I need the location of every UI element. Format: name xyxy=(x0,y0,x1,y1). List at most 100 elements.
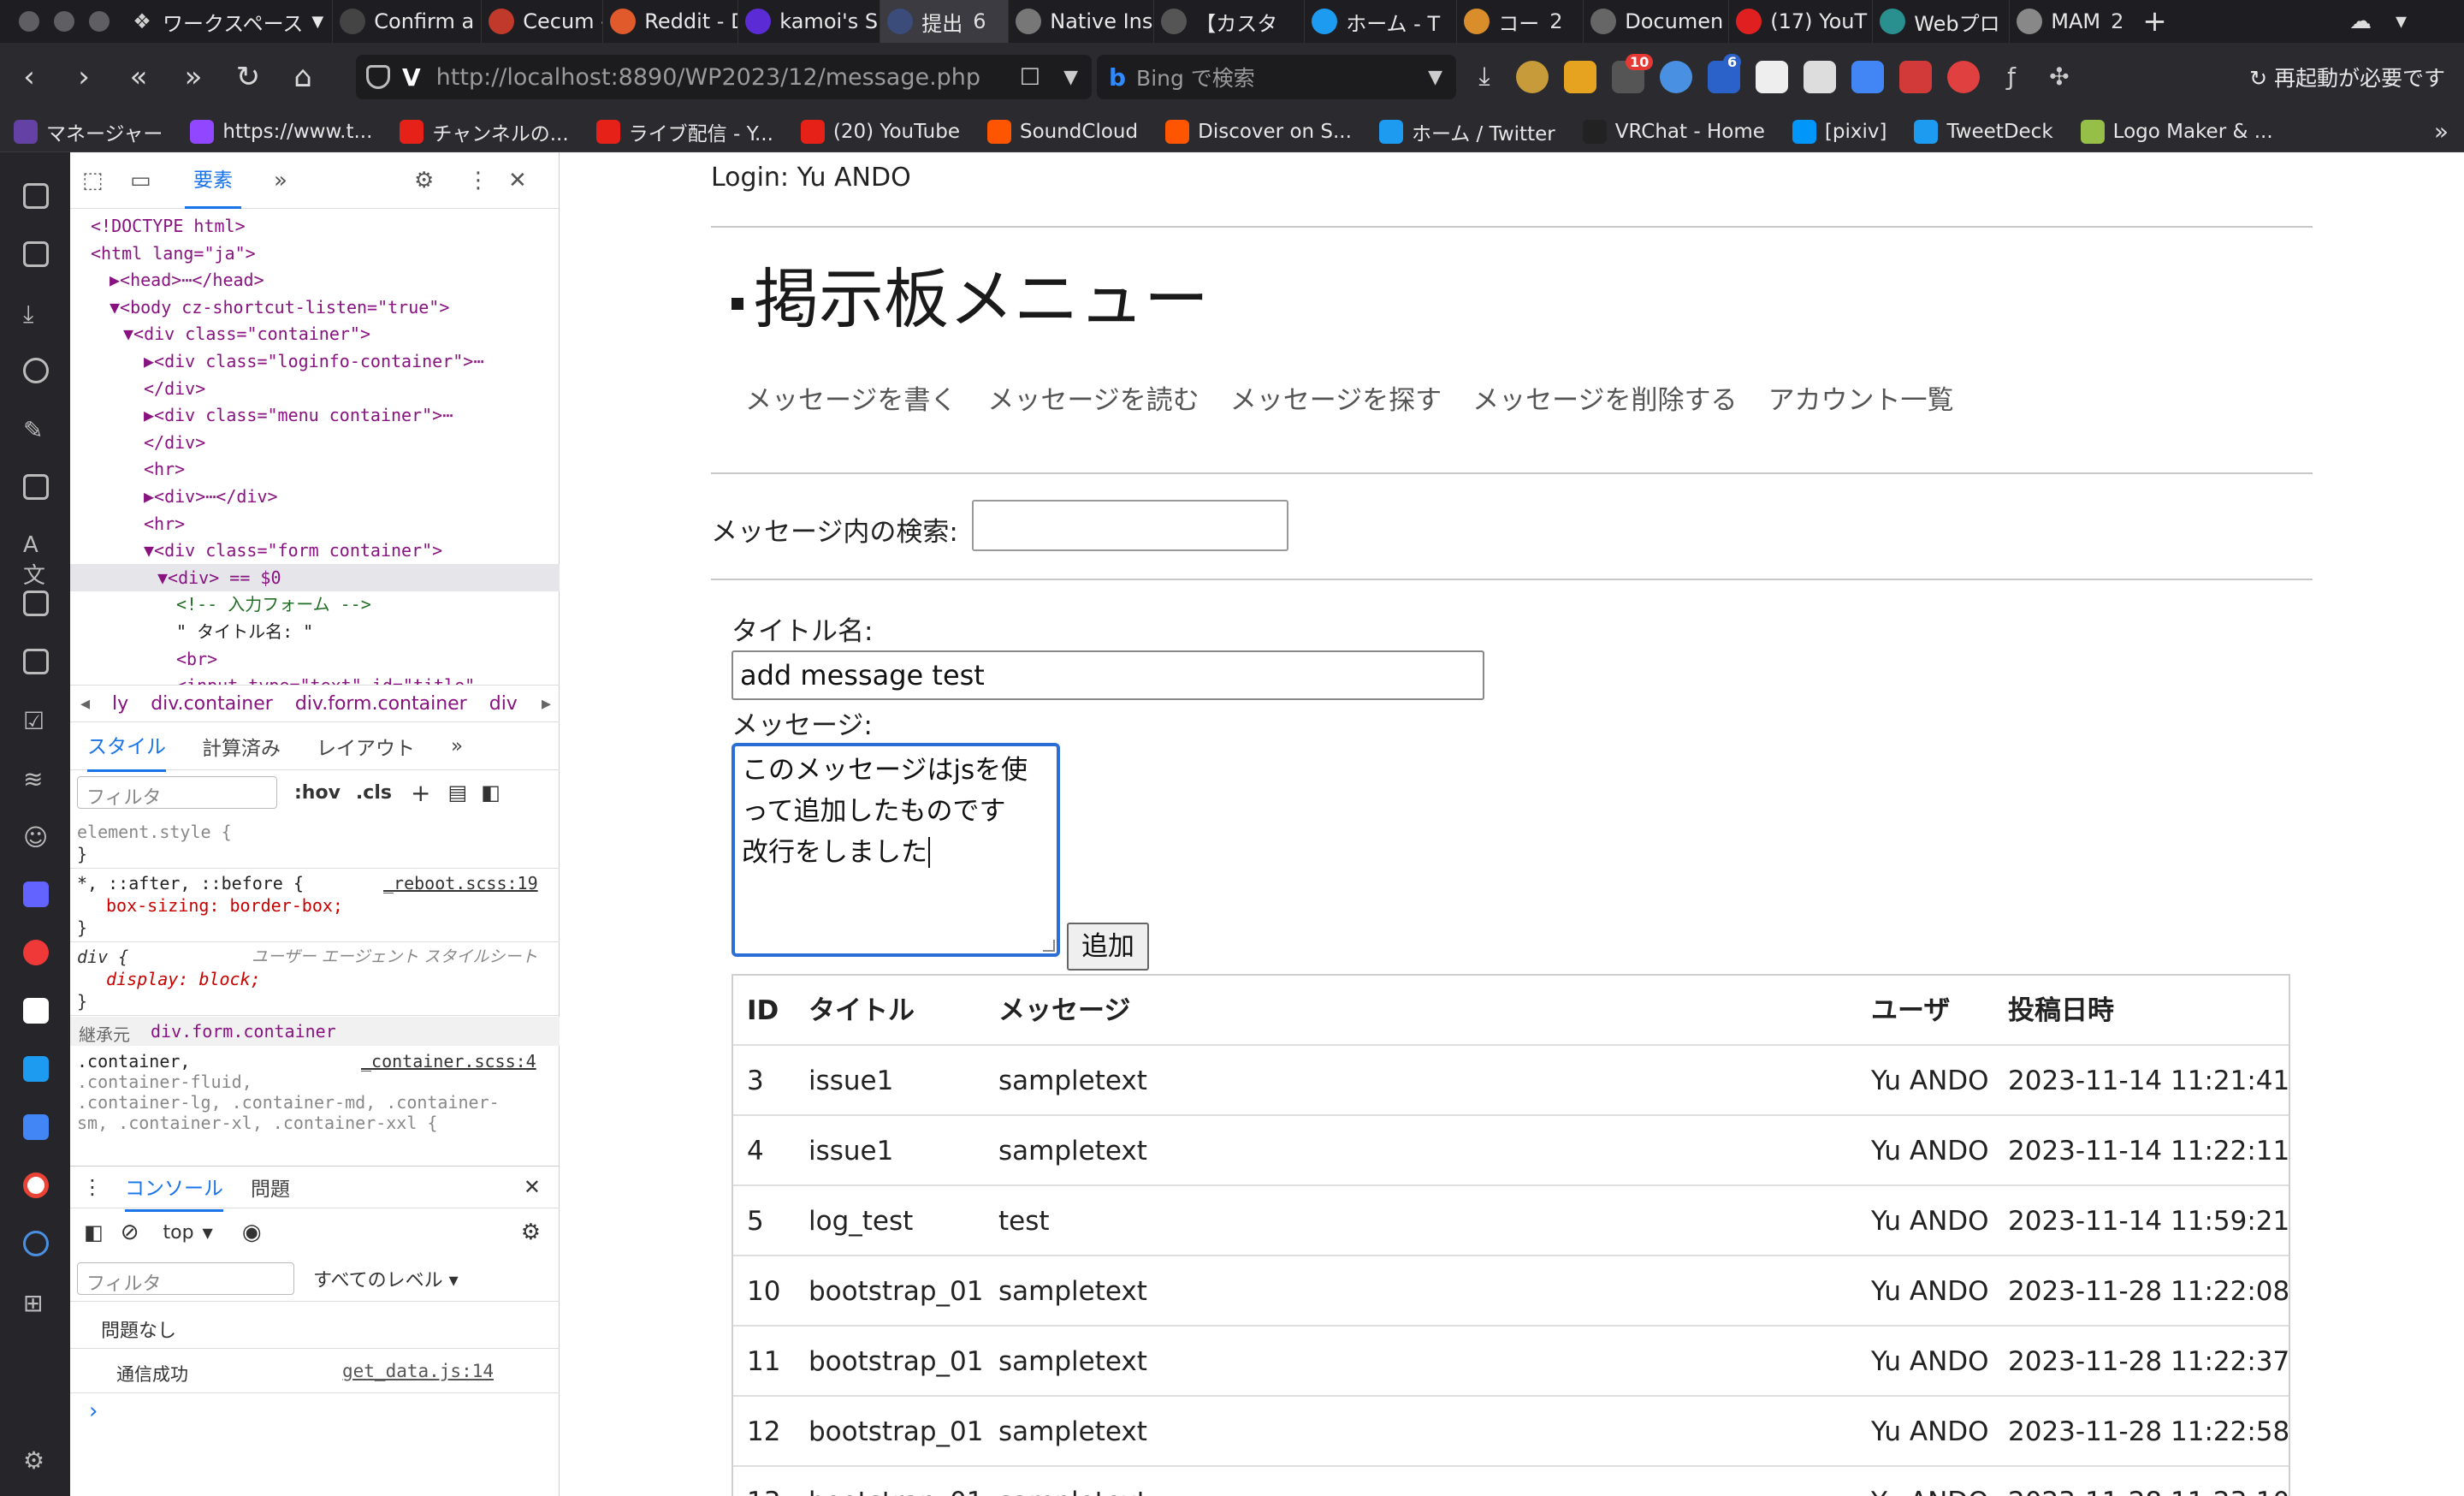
inspect-element-icon[interactable]: ⬚ xyxy=(82,168,104,193)
dom-node-line[interactable]: <html lang="ja"> xyxy=(70,240,256,267)
translate-icon[interactable] xyxy=(1851,61,1884,93)
breadcrumb-item[interactable]: div xyxy=(489,693,518,715)
tab-console[interactable]: コンソール xyxy=(125,1163,223,1212)
bookmark-item[interactable]: (20) YouTube xyxy=(800,119,960,144)
hov-toggle[interactable]: :hov xyxy=(294,782,341,804)
browser-tab[interactable]: Confirm a xyxy=(332,0,481,43)
close-icon[interactable]: ✕ xyxy=(524,1175,541,1199)
minimize-window-button[interactable] xyxy=(54,11,74,32)
notes-icon[interactable]: ✎ xyxy=(23,416,49,444)
mastodon-icon[interactable] xyxy=(23,882,49,907)
dom-node-line[interactable]: ▶<head>⋯</head> xyxy=(70,266,264,294)
kebab-menu-icon[interactable]: ⋮ xyxy=(82,1175,103,1199)
chevron-down-icon[interactable]: ▼ xyxy=(203,1225,213,1241)
dom-node-line[interactable]: ▼<div> == $0 xyxy=(70,563,560,591)
browser-tab[interactable]: kamoi's S xyxy=(737,0,880,43)
menu-link[interactable]: メッセージを書く xyxy=(745,378,957,417)
bookmark-item[interactable]: チャンネルの... xyxy=(400,117,569,146)
history-icon[interactable] xyxy=(23,358,49,383)
resize-handle[interactable] xyxy=(1043,940,1055,952)
title-input[interactable]: add message test xyxy=(732,650,1484,700)
breadcrumb-left-icon[interactable]: ◂ xyxy=(80,693,90,715)
shield-icon[interactable] xyxy=(366,65,390,89)
extension-icon[interactable] xyxy=(1804,61,1836,93)
wikipedia-icon[interactable] xyxy=(23,998,49,1024)
bookmark-item[interactable]: ホーム / Twitter xyxy=(1378,117,1555,146)
browser-tab[interactable]: 提出 6 xyxy=(880,0,1009,43)
calendar-icon[interactable] xyxy=(23,649,49,674)
reading-list-icon[interactable] xyxy=(23,241,49,267)
menu-link[interactable]: アカウント一覧 xyxy=(1768,378,1954,417)
browser-tab[interactable]: Native Ins xyxy=(1008,0,1153,43)
downloads-icon[interactable]: ⤓ xyxy=(23,300,49,328)
dom-node-line[interactable]: <!DOCTYPE html> xyxy=(70,212,246,240)
log-levels-dropdown[interactable]: すべてのレベル ▾ xyxy=(313,1265,459,1292)
rule-source-link[interactable]: _container.scss:4 xyxy=(361,1051,536,1072)
settings-gear-icon[interactable]: ⚙ xyxy=(23,1446,49,1475)
menu-link[interactable]: メッセージを読む xyxy=(987,378,1199,417)
function-icon[interactable]: ƒ xyxy=(1995,61,2028,93)
rewind-button[interactable]: « xyxy=(115,53,163,101)
breadcrumb-item[interactable]: ly xyxy=(112,693,128,715)
more-bookmarks-icon[interactable]: » xyxy=(2434,117,2449,145)
fast-forward-button[interactable]: » xyxy=(169,53,217,101)
restart-notice[interactable]: ↻ 再起動が必要です xyxy=(2249,62,2445,92)
browser-tab[interactable]: コー 2 xyxy=(1456,0,1583,43)
forward-button[interactable]: › xyxy=(60,53,108,101)
cloud-icon[interactable]: ☁ xyxy=(2349,9,2372,34)
breadcrumb-item[interactable]: div.form.container xyxy=(295,693,467,715)
close-window-button[interactable] xyxy=(19,11,39,32)
bookmarks-panel-icon[interactable] xyxy=(23,183,49,209)
paint-icon[interactable]: ▤ xyxy=(447,781,467,804)
dom-node-line[interactable]: <hr> xyxy=(70,455,185,483)
more-tabs-icon[interactable]: » xyxy=(451,735,463,757)
browser-tab[interactable]: ホーム - T xyxy=(1304,0,1456,43)
twitter-icon[interactable] xyxy=(23,1056,49,1082)
dom-node-line[interactable]: </div> xyxy=(70,429,205,456)
contacts-icon[interactable]: ☺ xyxy=(23,823,49,852)
bookmark-item[interactable]: VRChat - Home xyxy=(1582,119,1765,144)
home-button[interactable]: ⌂ xyxy=(279,53,327,101)
back-button[interactable]: ‹ xyxy=(5,53,53,101)
workspace-selector[interactable]: ❖ ワークスペース ▼ xyxy=(125,0,332,43)
vivaldi-social-icon[interactable] xyxy=(23,940,49,965)
bookmark-item[interactable]: Discover on S... xyxy=(1165,119,1352,144)
chevron-down-icon[interactable]: ▼ xyxy=(1428,67,1442,88)
reload-button[interactable]: ↻ xyxy=(224,53,272,101)
eye-icon[interactable]: ◉ xyxy=(242,1220,262,1245)
styles-tab[interactable]: レイアウト xyxy=(317,732,415,761)
tab-elements[interactable]: 要素 xyxy=(185,152,241,209)
tab-issues[interactable]: 問題 xyxy=(251,1172,290,1202)
bookmark-icon[interactable]: ☐ xyxy=(1020,64,1040,91)
bookmark-item[interactable]: マネージャー xyxy=(14,117,163,146)
message-search-input[interactable] xyxy=(972,500,1288,551)
new-rule-icon[interactable]: + xyxy=(411,779,430,807)
window-panel-icon[interactable] xyxy=(23,474,49,500)
menu-link[interactable]: メッセージを削除する xyxy=(1472,378,1737,417)
settings-gear-icon[interactable]: ⚙ xyxy=(521,1220,541,1245)
sidebar-toggle-icon[interactable]: ◧ xyxy=(84,1220,104,1244)
dom-node-line[interactable]: ▼<div class="container"> xyxy=(70,320,370,347)
extension-icon[interactable]: 6 xyxy=(1708,54,1742,93)
console-prompt-icon[interactable]: › xyxy=(89,1398,98,1424)
dom-node-line[interactable]: <!-- 入力フォーム --> xyxy=(70,591,371,618)
google-icon[interactable] xyxy=(23,1172,49,1198)
bookmark-item[interactable]: [pixiv] xyxy=(1792,119,1886,144)
extension-icon[interactable] xyxy=(1660,61,1692,93)
kebab-menu-icon[interactable]: ⋮ xyxy=(467,168,489,193)
address-bar[interactable]: V http://localhost:8890/WP2023/12/messag… xyxy=(356,55,1092,99)
browser-tab[interactable]: Reddit - D xyxy=(602,0,737,43)
dom-node-line[interactable]: " タイトル名: " xyxy=(70,618,313,645)
browser-tab[interactable]: (17) YouT xyxy=(1728,0,1872,43)
tasks-icon[interactable]: ☑ xyxy=(23,707,49,735)
browser-tab[interactable]: Documen xyxy=(1583,0,1728,43)
breadcrumb-item[interactable]: div.container xyxy=(151,693,273,715)
bookmark-item[interactable]: Logo Maker & ... xyxy=(2080,119,2273,144)
dom-node-line[interactable]: <input type="text" id="title" xyxy=(70,672,475,685)
inherited-selector[interactable]: div.form.container xyxy=(151,1021,336,1042)
styles-tab[interactable]: スタイル xyxy=(87,720,166,772)
device-toolbar-icon[interactable]: ▭ xyxy=(130,168,151,193)
download-icon[interactable]: ⤓ xyxy=(1468,61,1501,93)
extension-icon[interactable] xyxy=(1516,61,1549,93)
issues-summary[interactable]: 問題なし xyxy=(70,1301,560,1349)
